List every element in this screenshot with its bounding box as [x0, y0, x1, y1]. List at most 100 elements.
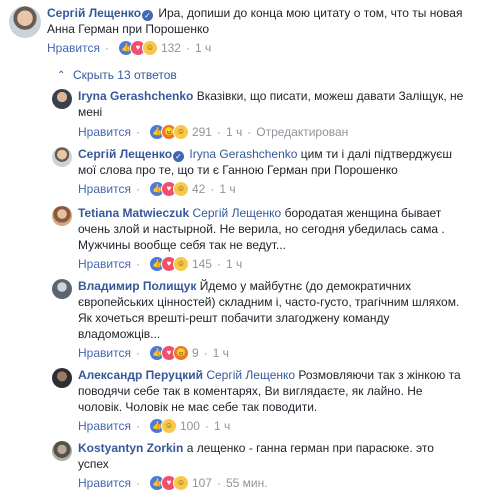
like-button[interactable]: Нравится: [78, 181, 131, 197]
reactions-summary[interactable]: 👍 ☺: [148, 418, 177, 434]
comment-meta: Нравится · 👍 ♥ ☺ 42 · 1 ч: [78, 181, 452, 197]
reply-comment: Владимир Полищук Йдемо у майбутнє (до де…: [52, 279, 459, 361]
comment-author[interactable]: Tetiana Matwieczuk: [78, 206, 189, 220]
separator-dot: ·: [203, 346, 208, 360]
comment-text-line: бородатая женщина бывает: [284, 206, 442, 220]
verified-badge-icon: ✓: [142, 10, 154, 21]
avatar[interactable]: [52, 279, 72, 299]
reply-comment: Tetiana Matwieczuk Сергій Лещенко борода…: [52, 206, 445, 272]
reaction-count[interactable]: 291: [192, 124, 212, 140]
reactions-summary[interactable]: 👍 ♥ ☺: [148, 256, 189, 272]
comment-text-line: чоловік. Чоловік не має себе так поводит…: [78, 400, 318, 414]
comment-text-line: успех: [78, 457, 109, 471]
comment-text-line: владоможців...: [78, 327, 161, 341]
separator-dot: ·: [135, 419, 140, 433]
comment-meta: Нравится · 👍 ☺ 100 · 1 ч: [78, 418, 461, 434]
comment-body: Сергій Лещенко ✓ Ира, допиши до конца мою…: [47, 5, 462, 56]
comment-text-line: Вказівки, що писати, можеш давати Заліщу…: [196, 89, 464, 103]
timestamp[interactable]: 1 ч: [213, 345, 229, 361]
reply-comment: Александр Перуцкий Сергій Лещенко Розмов…: [52, 368, 461, 434]
comment-author[interactable]: Сергій Лещенко: [47, 6, 141, 20]
separator-dot: ·: [135, 257, 140, 271]
comment-text-line: Йдемо у майбутнє (до демократичних: [199, 279, 412, 293]
haha-icon: ☺: [141, 40, 158, 56]
avatar[interactable]: [52, 89, 72, 109]
comment-text-line: Розмовляючи так з жінкою та: [298, 368, 461, 382]
avatar[interactable]: [52, 206, 72, 226]
reaction-count[interactable]: 145: [192, 256, 212, 272]
comment-author[interactable]: Владимир Полищук: [78, 279, 196, 293]
mention-link[interactable]: Сергій Лещенко: [206, 368, 295, 382]
reaction-count[interactable]: 132: [161, 40, 181, 56]
angry-icon: 😠: [172, 345, 189, 361]
reaction-count[interactable]: 100: [180, 418, 200, 434]
comment-author[interactable]: Kostyantyn Zorkin: [78, 441, 183, 455]
comment-body: Kostyantyn Zorkin а лещенко - ганна герм…: [78, 440, 434, 491]
comment-body: Александр Перуцкий Сергій Лещенко Розмов…: [78, 367, 461, 434]
like-button[interactable]: Нравится: [78, 256, 131, 272]
main-comment: Сергій Лещенко ✓ Ира, допиши до конца мою…: [9, 6, 462, 56]
mention-link[interactable]: Iryna Gerashchenko: [189, 147, 297, 161]
comment-meta: Нравится · 👍 ♥ ☺ 145 · 1 ч: [78, 256, 445, 272]
reaction-count[interactable]: 42: [192, 181, 205, 197]
comment-text: Александр Перуцкий Сергій Лещенко Розмов…: [78, 367, 461, 415]
edited-label[interactable]: Отредактирован: [256, 124, 348, 140]
reactions-summary[interactable]: 👍 ♥ ☺: [148, 475, 189, 491]
reaction-count[interactable]: 107: [192, 475, 212, 491]
haha-icon: ☺: [172, 124, 189, 140]
like-button[interactable]: Нравится: [78, 124, 131, 140]
reply-comment: Сергій Лещенко ✓ Iryna Gerashchenko цим т…: [52, 147, 452, 197]
separator-dot: ·: [104, 41, 109, 55]
comment-author[interactable]: Сергій Лещенко: [78, 147, 172, 161]
separator-dot: ·: [135, 476, 140, 490]
separator-dot: ·: [135, 125, 140, 139]
avatar[interactable]: [9, 6, 41, 38]
comment-meta: Нравится · 👍 ♥ ☺ 132 · 1 ч: [47, 40, 462, 56]
haha-icon: ☺: [160, 418, 177, 434]
like-button[interactable]: Нравится: [78, 345, 131, 361]
comment-text-line: очень злой и настырной. Не верила, но се…: [78, 222, 445, 236]
timestamp[interactable]: 55 мин.: [226, 475, 268, 491]
timestamp[interactable]: 1 ч: [214, 418, 230, 434]
reactions-summary[interactable]: 👍 😠 ☺: [148, 124, 189, 140]
comment-text-line: Анна Герман при Порошенко: [47, 22, 210, 36]
reaction-count[interactable]: 9: [192, 345, 199, 361]
comment-text-line: мої слова про те, що ти є Ганною Герман …: [78, 163, 398, 177]
comment-text: Сергій Лещенко ✓ Ира, допиши до конца мою…: [47, 5, 462, 37]
comment-text-line: цим ти і далі підтверджуєш: [300, 147, 453, 161]
hide-replies-link[interactable]: ⌃ Скрыть 13 ответов: [57, 68, 177, 82]
separator-dot: ·: [135, 182, 140, 196]
separator-dot: ·: [216, 257, 221, 271]
haha-icon: ☺: [172, 475, 189, 491]
chevron-up-icon: ⌃: [57, 69, 66, 81]
avatar[interactable]: [52, 368, 72, 388]
timestamp[interactable]: 1 ч: [219, 181, 235, 197]
separator-dot: ·: [185, 41, 190, 55]
comment-text-line: Мужчины вообще себя так не ведут...: [78, 238, 286, 252]
like-button[interactable]: Нравится: [78, 418, 131, 434]
separator-dot: ·: [210, 182, 215, 196]
mention-link[interactable]: Сергій Лещенко: [192, 206, 281, 220]
comment-text: Kostyantyn Zorkin а лещенко - ганна герм…: [78, 440, 434, 472]
timestamp[interactable]: 1 ч: [226, 256, 242, 272]
haha-icon: ☺: [172, 181, 189, 197]
timestamp[interactable]: 1 ч: [226, 124, 242, 140]
reactions-summary[interactable]: 👍 ♥ ☺: [148, 181, 189, 197]
comment-text-line: Ира, допиши до конца мою цитату о том, ч…: [158, 6, 463, 20]
avatar[interactable]: [52, 441, 72, 461]
reactions-summary[interactable]: 👍 ♥ 😠: [148, 345, 189, 361]
separator-dot: ·: [216, 476, 221, 490]
comment-text: Сергій Лещенко ✓ Iryna Gerashchenko цим т…: [78, 146, 452, 178]
like-button[interactable]: Нравится: [47, 40, 100, 56]
comment-author[interactable]: Александр Перуцкий: [78, 368, 203, 382]
like-button[interactable]: Нравится: [78, 475, 131, 491]
reply-comment: Kostyantyn Zorkin а лещенко - ганна герм…: [52, 441, 434, 491]
comment-text-line: Як хочеться врешті-решт побачити злагодж…: [78, 311, 390, 325]
reactions-summary[interactable]: 👍 ♥ ☺: [117, 40, 158, 56]
comment-author[interactable]: Iryna Gerashchenko: [78, 89, 193, 103]
avatar[interactable]: [52, 147, 72, 167]
hide-replies-label: Скрыть 13 ответов: [73, 68, 177, 82]
separator-dot: ·: [135, 346, 140, 360]
timestamp[interactable]: 1 ч: [195, 40, 211, 56]
comment-meta: Нравится · 👍 ♥ 😠 9 · 1 ч: [78, 345, 459, 361]
